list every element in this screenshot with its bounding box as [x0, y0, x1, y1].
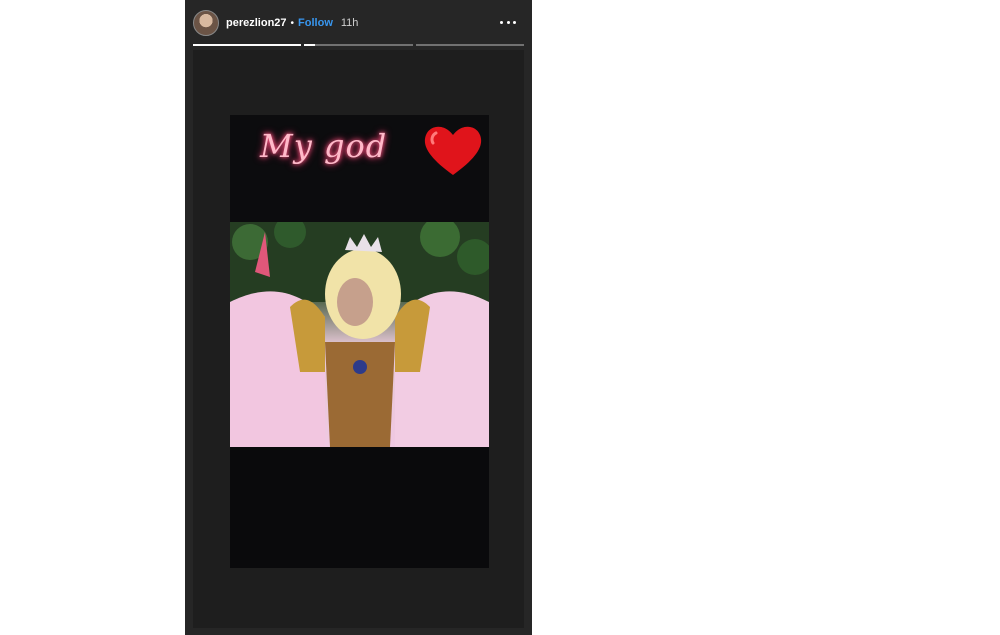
neon-caption: My god: [260, 127, 388, 165]
story-bottom-area: [230, 447, 489, 568]
story-photo: [230, 222, 489, 447]
follow-button[interactable]: Follow: [298, 17, 333, 29]
more-options-icon[interactable]: [500, 14, 516, 30]
more-dot: [500, 20, 503, 24]
separator-dot: •: [290, 17, 295, 29]
photo-illustration: [230, 222, 489, 447]
username[interactable]: perezlion27: [226, 17, 287, 29]
progress-segment: [304, 44, 413, 46]
progress-segment: [415, 44, 524, 46]
story-header: perezlion27 • Follow 11h: [193, 8, 524, 38]
progress-fill: [193, 44, 302, 46]
story-viewer: perezlion27 • Follow 11h My god: [185, 0, 532, 635]
timestamp: 11h: [340, 17, 359, 29]
heart-icon: [424, 126, 482, 175]
progress-fill: [304, 44, 316, 46]
more-dot: [513, 20, 516, 24]
story-progress-bar: [193, 44, 524, 46]
more-dot: [506, 20, 510, 24]
progress-segment: [193, 44, 302, 46]
story-media[interactable]: My god: [230, 115, 489, 568]
avatar[interactable]: [193, 10, 219, 36]
